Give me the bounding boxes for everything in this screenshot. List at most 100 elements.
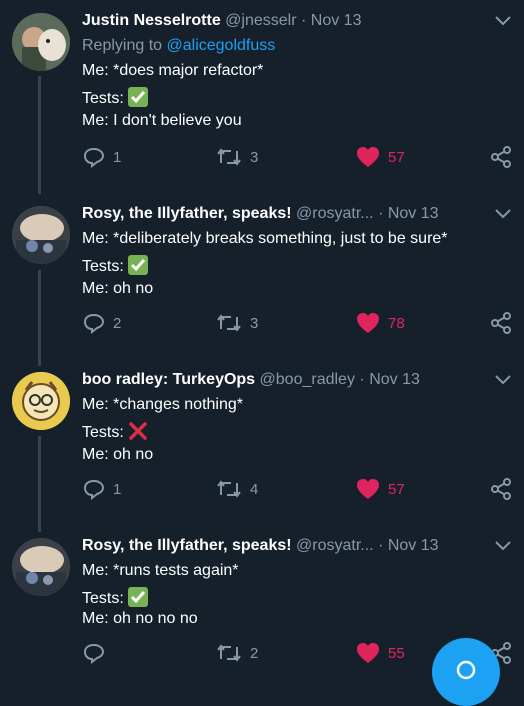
like-count: 55 <box>388 644 405 662</box>
user-handle[interactable]: @boo_radley <box>260 371 355 388</box>
tweet-text-line: Tests: <box>82 587 148 608</box>
share-button[interactable] <box>490 145 512 169</box>
tweet-text-line: Me: oh no <box>82 280 154 297</box>
separator: · <box>378 537 384 554</box>
separator: · <box>359 371 365 388</box>
tweet-text: Tests: <box>82 90 124 107</box>
tweet-header: Rosy, the Illyfather, speaks! @rosyatr..… <box>82 537 484 555</box>
tweet-header: boo radley: TurkeyOps @boo_radley · Nov … <box>82 371 484 389</box>
compose-button[interactable] <box>432 638 500 706</box>
tweet-text-line: Me: oh no <box>82 446 154 463</box>
reply-icon <box>83 643 105 664</box>
check-mark-icon <box>127 87 148 107</box>
display-name[interactable]: Justin Nesselrotte <box>82 12 221 29</box>
avatar[interactable] <box>12 538 70 596</box>
tweet-text: Tests: <box>82 590 124 607</box>
tweet-actions: 2 3 78 <box>0 311 524 335</box>
share-button[interactable] <box>490 311 512 335</box>
tweet-date[interactable]: Nov 13 <box>388 205 439 222</box>
reply-icon <box>83 313 105 334</box>
avatar[interactable] <box>12 13 70 71</box>
reply-count: 2 <box>113 314 122 332</box>
reply-button[interactable] <box>83 641 113 665</box>
tweet-text-line: Tests: <box>82 421 148 442</box>
reply-button[interactable]: 1 <box>83 145 121 169</box>
avatar[interactable] <box>12 372 70 430</box>
separator: · <box>378 205 384 222</box>
like-count: 78 <box>388 314 405 332</box>
display-name[interactable]: Rosy, the Illyfather, speaks! <box>82 205 292 222</box>
like-count: 57 <box>388 148 405 166</box>
tweet-actions: 1 3 57 <box>0 145 524 169</box>
chevron-down-icon[interactable] <box>494 14 512 28</box>
user-handle[interactable]: @rosyatr... <box>296 537 374 554</box>
tweet-header: Rosy, the Illyfather, speaks! @rosyatr..… <box>82 205 484 223</box>
tweet-date[interactable]: Nov 13 <box>388 537 439 554</box>
share-icon <box>491 478 511 500</box>
retweet-icon <box>217 480 241 498</box>
display-name[interactable]: Rosy, the Illyfather, speaks! <box>82 537 292 554</box>
like-button[interactable]: 78 <box>356 311 405 335</box>
avatar[interactable] <box>12 206 70 264</box>
tweet-actions: 1 4 57 <box>0 477 524 501</box>
chevron-down-icon[interactable] <box>494 373 512 387</box>
tweet-text-line: Me: *changes nothing* <box>82 396 243 413</box>
like-button[interactable]: 57 <box>356 477 405 501</box>
like-count: 57 <box>388 480 405 498</box>
check-mark-icon <box>127 255 148 275</box>
retweet-icon <box>217 644 241 662</box>
heart-icon <box>357 643 379 663</box>
reply-icon <box>83 479 105 500</box>
retweet-button[interactable]: 2 <box>216 641 258 665</box>
retweet-icon <box>217 148 241 166</box>
reply-count: 1 <box>113 480 122 498</box>
tweet-text-line: Me: *deliberately breaks something, just… <box>82 230 448 247</box>
display-name[interactable]: boo radley: TurkeyOps <box>82 371 255 388</box>
tweet-text-line: Me: oh no no no <box>82 610 198 627</box>
tweet-date[interactable]: Nov 13 <box>311 12 362 29</box>
tweet-text-line: Me: *runs tests again* <box>82 562 239 579</box>
like-button[interactable]: 55 <box>356 641 405 665</box>
heart-icon <box>357 313 379 333</box>
user-handle[interactable]: @rosyatr... <box>296 205 374 222</box>
tweet-text-line: Me: I don't believe you <box>82 112 242 129</box>
tweet-text: Tests: <box>82 258 124 275</box>
like-button[interactable]: 57 <box>356 145 405 169</box>
reply-mention-link[interactable]: @alicegoldfuss <box>167 37 276 54</box>
chevron-down-icon[interactable] <box>494 207 512 221</box>
tweet[interactable]: Justin Nesselrotte @jnesselr · Nov 13 Re… <box>0 0 524 169</box>
retweet-button[interactable]: 3 <box>216 145 258 169</box>
share-icon <box>491 146 511 168</box>
retweet-count: 3 <box>250 314 259 332</box>
retweet-icon <box>217 314 241 332</box>
reply-count: 1 <box>113 148 122 166</box>
separator: · <box>301 12 307 29</box>
tweet[interactable]: Rosy, the Illyfather, speaks! @rosyatr..… <box>0 193 524 359</box>
tweet[interactable]: boo radley: TurkeyOps @boo_radley · Nov … <box>0 359 524 525</box>
chevron-down-icon[interactable] <box>494 539 512 553</box>
cross-mark-icon <box>128 421 148 441</box>
retweet-button[interactable]: 4 <box>216 477 258 501</box>
retweet-count: 4 <box>250 480 259 498</box>
share-icon <box>491 312 511 334</box>
reply-prefix: Replying to <box>82 37 163 54</box>
tweet-text-line: Tests: <box>82 255 148 276</box>
tweet-header: Justin Nesselrotte @jnesselr · Nov 13 <box>82 12 484 30</box>
heart-icon <box>357 147 379 167</box>
retweet-count: 3 <box>250 148 259 166</box>
reply-button[interactable]: 2 <box>83 311 121 335</box>
reply-context: Replying to @alicegoldfuss <box>82 37 275 55</box>
retweet-count: 2 <box>250 644 259 662</box>
tweet-text-line: Me: *does major refactor* <box>82 62 264 79</box>
reply-button[interactable]: 1 <box>83 477 121 501</box>
retweet-button[interactable]: 3 <box>216 311 258 335</box>
tweet-date[interactable]: Nov 13 <box>369 371 420 388</box>
heart-icon <box>357 479 379 499</box>
user-handle[interactable]: @jnesselr <box>225 12 296 29</box>
share-button[interactable] <box>490 477 512 501</box>
compose-icon <box>456 660 476 680</box>
tweet-text: Tests: <box>82 424 124 441</box>
tweet-text-line: Tests: <box>82 87 148 108</box>
reply-icon <box>83 147 105 168</box>
check-mark-icon <box>127 587 148 607</box>
